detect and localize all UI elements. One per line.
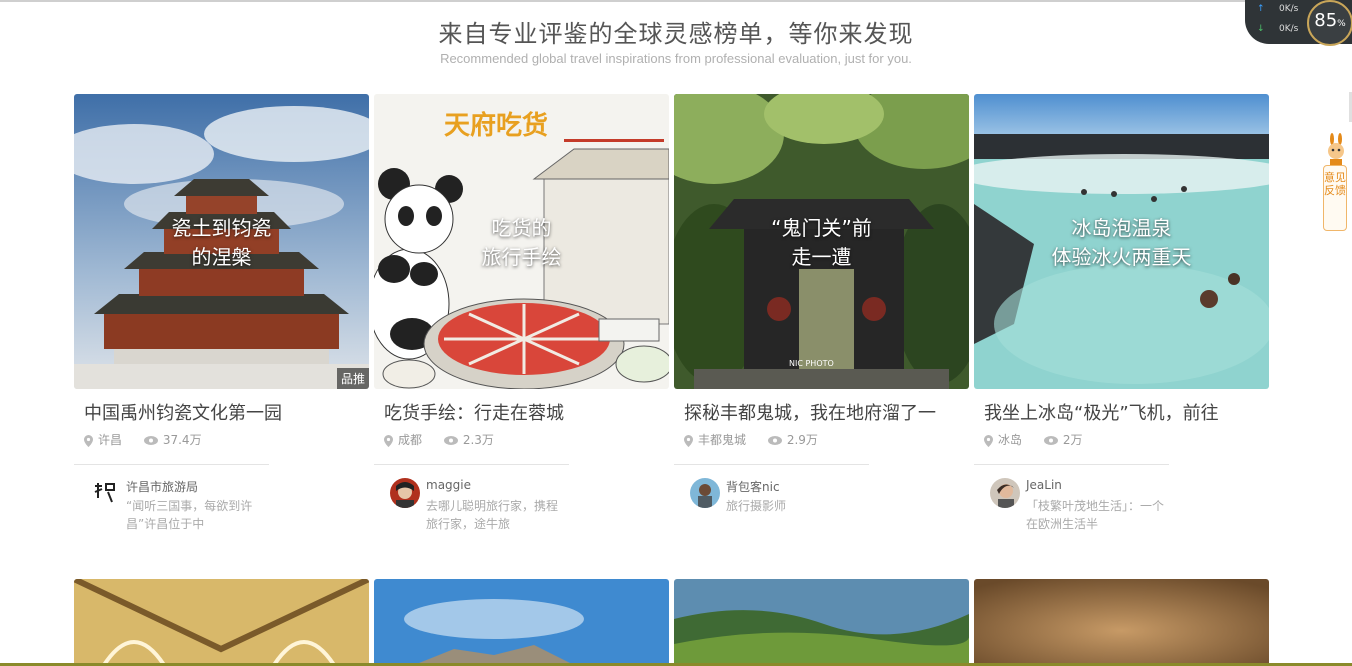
- card-divider: [674, 464, 869, 465]
- views-count: 37.4万: [162, 433, 202, 447]
- svg-text:NIC PHOTO: NIC PHOTO: [789, 359, 834, 368]
- download-speed-value: 0K/s: [1279, 24, 1299, 34]
- mascot-icon: [1328, 133, 1344, 165]
- card-image[interactable]: NIC PHOTO “鬼门关”前 走一遭: [674, 94, 969, 389]
- inspiration-card[interactable]: 冰岛泡温泉 体验冰火两重天 我坐上冰岛“极光”飞机，前往 冰岛 2万 JeaLi…: [974, 94, 1269, 531]
- inspiration-card-image[interactable]: [374, 579, 669, 665]
- location-pin-icon: [684, 434, 693, 447]
- card-overlay-text: 瓷土到钧瓷 的涅槃: [74, 214, 369, 272]
- author-description: 「枝繁叶茂地生活」：一个在欧洲生活半: [1026, 499, 1165, 531]
- eye-icon: [143, 436, 158, 445]
- eye-icon: [767, 436, 782, 445]
- upload-speed: ↑ 0K/s: [1257, 4, 1317, 14]
- inspiration-card-image[interactable]: [974, 579, 1269, 665]
- author-name[interactable]: 许昌市旅游局: [126, 478, 198, 495]
- location-text[interactable]: 成都: [398, 433, 422, 447]
- author-description: 去哪儿聪明旅行家，携程旅行家，途牛旅: [426, 499, 559, 531]
- svg-text:天府吃货: 天府吃货: [444, 110, 548, 141]
- usage-percent: 85: [1314, 10, 1338, 31]
- overlay-line: 冰岛泡温泉: [1071, 216, 1172, 240]
- location-text[interactable]: 冰岛: [998, 433, 1022, 447]
- author-name[interactable]: JeaLin: [1026, 478, 1062, 492]
- upload-arrow-icon: ↑: [1257, 4, 1265, 14]
- card-overlay-text: 冰岛泡温泉 体验冰火两重天: [974, 214, 1269, 272]
- memory-usage-circle[interactable]: 85%: [1307, 0, 1352, 46]
- inspiration-card[interactable]: 瓷土到钧瓷 的涅槃 品推 中国禹州钧瓷文化第一园 许昌 37.4万 许昌市旅游局…: [74, 94, 369, 531]
- avatar[interactable]: [90, 478, 120, 508]
- card-overlay-text: “鬼门关”前 走一遭: [674, 214, 969, 272]
- card-meta: 冰岛 2万: [984, 431, 1082, 448]
- views-count: 2.3万: [462, 433, 494, 447]
- card-image[interactable]: 瓷土到钧瓷 的涅槃 品推: [74, 94, 369, 389]
- eye-icon: [1043, 436, 1058, 445]
- download-arrow-icon: ↓: [1257, 24, 1265, 34]
- avatar[interactable]: [390, 478, 420, 508]
- avatar[interactable]: [990, 478, 1020, 508]
- card-title[interactable]: 中国禹州钧瓷文化第一园: [84, 399, 364, 425]
- eye-icon: [443, 436, 458, 445]
- inspiration-card-image[interactable]: [674, 579, 969, 665]
- card-divider: [74, 464, 269, 465]
- card-image[interactable]: 天府吃货 吃货的 旅行手绘: [374, 94, 669, 389]
- overlay-line: 走一遭: [791, 245, 852, 269]
- avatar[interactable]: [690, 478, 720, 508]
- overlay-line: “鬼门关”前: [771, 216, 872, 240]
- author-description: 旅行摄影师: [726, 499, 787, 513]
- overlay-line: 吃货的: [491, 216, 552, 240]
- card-meta: 许昌 37.4万: [84, 431, 202, 448]
- section-subtitle: Recommended global travel inspirations f…: [440, 51, 912, 66]
- card-title[interactable]: 吃货手绘：行走在蓉城: [384, 399, 664, 425]
- views-count: 2.9万: [786, 433, 818, 447]
- overlay-line: 的涅槃: [191, 245, 252, 269]
- card-overlay-text: 吃货的 旅行手绘: [374, 214, 669, 272]
- location-text[interactable]: 丰都鬼城: [698, 433, 746, 447]
- card-divider: [374, 464, 569, 465]
- card-title[interactable]: 探秘丰都鬼城，我在地府溜了一: [684, 399, 964, 425]
- location-pin-icon: [384, 434, 393, 447]
- top-border: [0, 0, 1352, 2]
- card-meta: 丰都鬼城 2.9万: [684, 431, 818, 448]
- author-name[interactable]: maggie: [426, 478, 471, 492]
- location-text[interactable]: 许昌: [98, 433, 122, 447]
- views-count: 2万: [1062, 433, 1083, 447]
- upload-speed-value: 0K/s: [1279, 4, 1299, 14]
- overlay-line: 瓷土到钧瓷: [171, 216, 272, 240]
- location-pin-icon: [84, 434, 93, 447]
- feedback-tab[interactable]: 意见反馈: [1323, 165, 1347, 231]
- section-title: 来自专业评鉴的全球灵感榜单，等你来发现: [438, 20, 914, 48]
- promoted-badge: 品推: [336, 368, 369, 389]
- card-image[interactable]: 冰岛泡温泉 体验冰火两重天: [974, 94, 1269, 389]
- card-title[interactable]: 我坐上冰岛“极光”飞机，前往: [984, 399, 1264, 425]
- inspiration-card[interactable]: 天府吃货 吃货的 旅行手绘 吃货手绘：行走在蓉城 成都 2.3万 maggie …: [374, 94, 669, 531]
- inspiration-card-image[interactable]: [74, 579, 369, 665]
- location-pin-icon: [984, 434, 993, 447]
- overlay-line: 旅行手绘: [481, 245, 562, 269]
- card-meta: 成都 2.3万: [384, 431, 494, 448]
- author-description: “闻听三国事，每欲到许昌”许昌位于中: [126, 499, 253, 531]
- overlay-line: 体验冰火两重天: [1051, 245, 1192, 269]
- card-divider: [974, 464, 1169, 465]
- usage-percent-sign: %: [1337, 19, 1346, 29]
- inspiration-card[interactable]: NIC PHOTO “鬼门关”前 走一遭 探秘丰都鬼城，我在地府溜了一 丰都鬼城…: [674, 94, 969, 513]
- author-name[interactable]: 背包客nic: [726, 478, 780, 495]
